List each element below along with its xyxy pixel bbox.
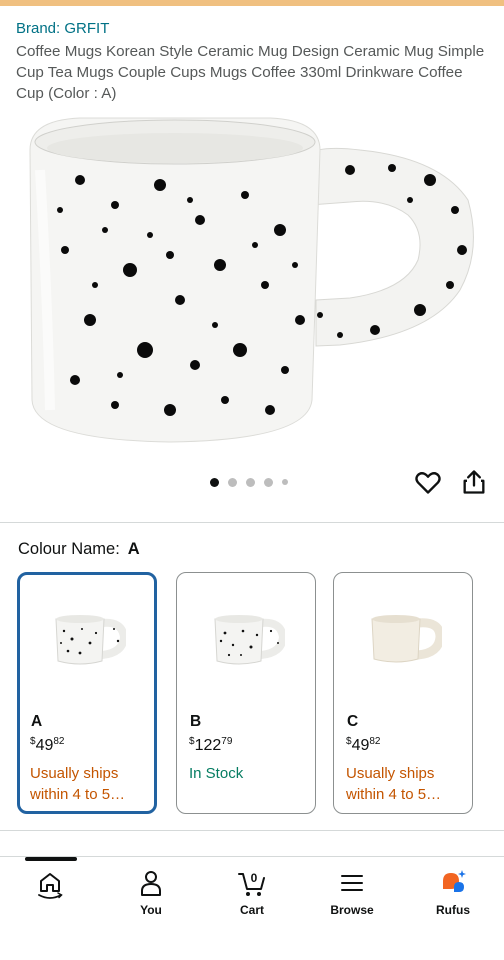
variation-card-c[interactable]: C $4982 Usually ships within 4 to 5… [333,572,473,814]
bottom-nav: You 0 Cart Browse Rufus [0,856,504,960]
page-dot[interactable] [210,477,219,487]
variation-selected-value: A [127,540,140,558]
cart-icon: 0 [238,871,265,896]
divider [0,522,504,523]
price-fraction: 82 [53,736,65,747]
nav-rufus[interactable]: Rufus [413,867,493,917]
top-strip [0,0,504,6]
price-fraction: 82 [369,736,381,747]
nav-active-indicator [25,857,77,861]
variation-thumbnail [55,615,126,665]
variation-price: $12279 [189,736,232,755]
variation-price: $4982 [30,736,64,755]
image-pagination[interactable] [210,477,288,487]
brand-link[interactable]: Brand: GRFIT [16,20,109,37]
nav-browse[interactable]: Browse [312,867,392,917]
variation-card-a[interactable]: A $4982 Usually ships within 4 to 5… [17,572,157,814]
share-icon[interactable] [460,468,488,496]
variation-thumbnail [214,615,285,665]
nav-browse-label: Browse [330,903,374,917]
cart-count: 0 [251,871,258,885]
variation-price: $4982 [346,736,380,755]
variation-name: C [347,713,359,730]
home-icon [38,873,63,899]
nav-cart[interactable]: 0 Cart [212,867,292,917]
nav-cart-label: Cart [239,903,264,917]
nav-rufus-label: Rufus [436,903,470,917]
page-dot[interactable] [282,479,288,485]
person-icon [141,871,161,896]
variation-thumbnail [371,615,442,663]
variation-card-b[interactable]: B $12279 In Stock [176,572,316,814]
variation-availability: Usually ships within 4 to 5… [30,765,126,803]
product-image[interactable] [20,110,490,450]
nav-you[interactable]: You [111,867,191,917]
divider [0,830,504,831]
page-dot[interactable] [246,477,255,487]
variation-label-text: Colour Name: [18,540,120,558]
menu-icon [341,875,363,891]
nav-home[interactable] [10,867,90,903]
price-fraction: 79 [221,736,233,747]
variation-name: A [31,713,43,730]
variation-label: Colour Name: A [18,540,140,559]
page-dot[interactable] [228,477,237,487]
nav-you-label: You [140,903,162,917]
variation-availability: Usually ships within 4 to 5… [346,765,442,803]
rufus-icon [443,870,466,892]
page-dot[interactable] [264,477,273,487]
price-whole: 122 [194,737,222,754]
variation-name: B [190,713,202,730]
heart-icon[interactable] [414,468,442,496]
price-whole: 49 [351,737,370,754]
variation-availability: In Stock [189,765,244,782]
price-whole: 49 [35,737,54,754]
product-title: Coffee Mugs Korean Style Ceramic Mug Des… [16,43,485,102]
